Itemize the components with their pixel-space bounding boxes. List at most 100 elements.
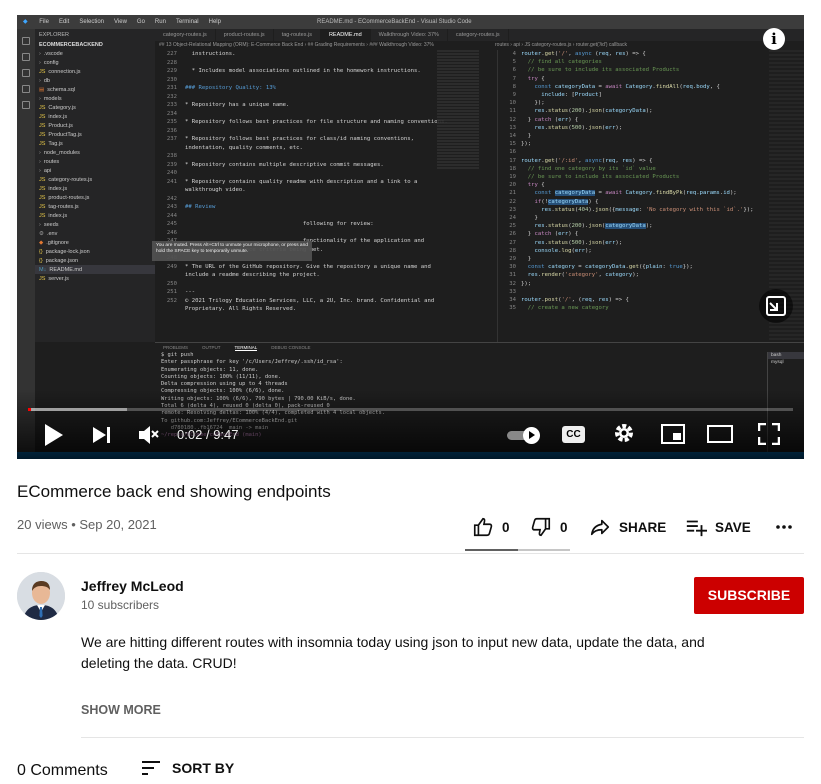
miniplayer-button[interactable] bbox=[661, 424, 685, 452]
line-number: 11 bbox=[509, 108, 516, 115]
video-description: We are hitting different routes with ins… bbox=[81, 634, 705, 671]
explorer-file[interactable]: JS index.js bbox=[35, 112, 155, 121]
explorer-file[interactable]: › models bbox=[35, 94, 155, 103]
file-type-icon: ⚙ bbox=[39, 230, 44, 237]
explorer-file[interactable]: › api bbox=[35, 166, 155, 175]
line-number: 34 bbox=[509, 297, 516, 304]
explorer-file[interactable]: JS product-routes.js bbox=[35, 193, 155, 202]
code-line: 239 * Repository contains multiple descri… bbox=[155, 161, 453, 170]
info-icon[interactable]: i bbox=[763, 28, 785, 50]
explorer-file[interactable]: ◆ .gitignore bbox=[35, 238, 155, 247]
video-player[interactable]: ◆ File Edit Selection View Go Run Terminal Help… bbox=[17, 15, 804, 459]
line-text: indentation, quality comments, etc. bbox=[185, 144, 303, 151]
share-label: SHARE bbox=[619, 519, 667, 535]
autoplay-toggle[interactable] bbox=[507, 427, 543, 444]
code-line: 9 include: [Product] bbox=[498, 91, 767, 99]
code-line: 23 res.status(404).json({message: 'No ca… bbox=[498, 206, 767, 214]
explorer-file[interactable]: {} package-lock.json bbox=[35, 247, 155, 256]
explorer-file[interactable]: JS ProductTag.js bbox=[35, 130, 155, 139]
explorer-file-name: node_modules bbox=[43, 149, 80, 156]
save-button[interactable]: SAVE bbox=[685, 515, 751, 539]
line-number: 240 bbox=[166, 170, 177, 176]
volume-muted-icon[interactable] bbox=[136, 421, 160, 449]
explorer-file[interactable]: JS index.js bbox=[35, 184, 155, 193]
explorer-file-name: api bbox=[43, 167, 52, 174]
terminal-tab[interactable]: DEBUG CONSOLE bbox=[271, 345, 310, 350]
line-text: res.status(200).json(categoryData); bbox=[534, 223, 653, 230]
like-button[interactable]: 0 bbox=[472, 515, 510, 539]
like-count: 0 bbox=[502, 519, 510, 535]
explorer-file[interactable]: JS category-routes.js bbox=[35, 175, 155, 184]
editor-tab[interactable]: product-routes.js bbox=[216, 29, 274, 41]
terminal-tab[interactable]: PROBLEMS bbox=[163, 345, 188, 350]
line-number: 20 bbox=[509, 182, 516, 189]
explorer-file[interactable]: › db bbox=[35, 76, 155, 85]
theater-mode-button[interactable] bbox=[707, 425, 733, 453]
editor-tab[interactable]: category-routes.js bbox=[448, 29, 509, 41]
vscode-menu: File Edit Selection View Go Run Terminal Help bbox=[39, 19, 231, 25]
line-number: 246 bbox=[166, 229, 177, 236]
fullscreen-button[interactable] bbox=[757, 422, 781, 451]
line-number: 250 bbox=[166, 280, 177, 287]
terminal-shell[interactable]: bash bbox=[768, 352, 804, 359]
progress-bar[interactable] bbox=[28, 408, 793, 411]
settings-gear-icon[interactable] bbox=[613, 422, 635, 450]
explorer-file[interactable]: › routes bbox=[35, 157, 155, 166]
line-text: // create a new category bbox=[527, 305, 609, 312]
editor-tab[interactable]: tag-routes.js bbox=[274, 29, 321, 41]
like-ratio-bar bbox=[465, 549, 570, 551]
sort-label: SORT BY bbox=[172, 760, 235, 776]
explorer-file[interactable]: › .vscode bbox=[35, 49, 155, 58]
captions-button[interactable]: CC bbox=[562, 426, 585, 443]
explorer-file[interactable]: JS connection.js bbox=[35, 67, 155, 76]
line-text: ## Review bbox=[185, 204, 216, 210]
explorer-file-name: Product.js bbox=[48, 122, 73, 129]
terminal-tab[interactable]: OUTPUT bbox=[202, 345, 221, 350]
line-number: 13 bbox=[509, 124, 516, 131]
more-actions-icon[interactable] bbox=[775, 515, 801, 539]
line-number: 23 bbox=[509, 206, 516, 213]
explorer-file[interactable]: JS Product.js bbox=[35, 121, 155, 130]
code-line: 24 } bbox=[498, 214, 767, 222]
explorer-file[interactable]: M↓ README.md bbox=[35, 265, 155, 274]
play-button[interactable] bbox=[42, 421, 66, 449]
breadcrumb-readme: ## 13 Object-Relational Mapping (ORM): E… bbox=[159, 42, 434, 48]
explorer-file-name: Category.js bbox=[48, 104, 76, 111]
share-button[interactable]: SHARE bbox=[589, 515, 666, 539]
sort-by-button[interactable]: SORT BY bbox=[142, 760, 234, 776]
readme-minimap bbox=[437, 50, 479, 170]
line-text: res.status(200).json(categoryData); bbox=[534, 108, 653, 115]
explorer-file[interactable]: JS index.js bbox=[35, 211, 155, 220]
line-text: const category = categoryData.get({plain… bbox=[527, 264, 693, 271]
line-text: }); bbox=[521, 280, 532, 287]
channel-name[interactable]: Jeffrey McLeod bbox=[81, 578, 184, 594]
explorer-file[interactable]: JS Tag.js bbox=[35, 139, 155, 148]
explorer-file[interactable]: {} package.json bbox=[35, 256, 155, 265]
explorer-file[interactable]: JS server.js bbox=[35, 274, 155, 283]
next-button[interactable] bbox=[91, 421, 113, 449]
code-line: 13 res.status(500).json(err); bbox=[498, 124, 767, 132]
terminal-shell[interactable]: mysql bbox=[768, 359, 804, 366]
channel-avatar[interactable] bbox=[17, 572, 65, 620]
explorer-file[interactable]: JS tag-routes.js bbox=[35, 202, 155, 211]
explorer-file[interactable]: › seeds bbox=[35, 220, 155, 229]
file-type-icon: JS bbox=[39, 131, 46, 138]
explorer-file-name: routes bbox=[43, 158, 60, 165]
explorer-file[interactable]: JS Category.js bbox=[35, 103, 155, 112]
subscribe-button[interactable]: SUBSCRIBE bbox=[694, 577, 804, 614]
line-text: Proprietary. All Rights Reserved. bbox=[185, 306, 297, 312]
editor-tab[interactable]: Walkthrough Video: 37% bbox=[371, 29, 448, 41]
file-type-icon: JS bbox=[39, 122, 46, 129]
explorer-file-name: index.js bbox=[48, 185, 68, 192]
show-more-button[interactable]: SHOW MORE bbox=[81, 703, 161, 717]
miniplayer-icon[interactable] bbox=[759, 289, 793, 323]
explorer-file[interactable]: › config bbox=[35, 58, 155, 67]
explorer-file[interactable]: › node_modules bbox=[35, 148, 155, 157]
editor-tab[interactable]: README.md bbox=[320, 29, 371, 41]
terminal-tab[interactable]: TERMINAL bbox=[234, 345, 258, 351]
explorer-file[interactable]: ⚙ .env bbox=[35, 229, 155, 238]
vscode-menu-item: View bbox=[114, 19, 127, 25]
dislike-button[interactable]: 0 bbox=[530, 515, 568, 539]
editor-tab[interactable]: category-routes.js bbox=[155, 29, 216, 41]
explorer-file[interactable]: ▤ schema.sql bbox=[35, 85, 155, 94]
